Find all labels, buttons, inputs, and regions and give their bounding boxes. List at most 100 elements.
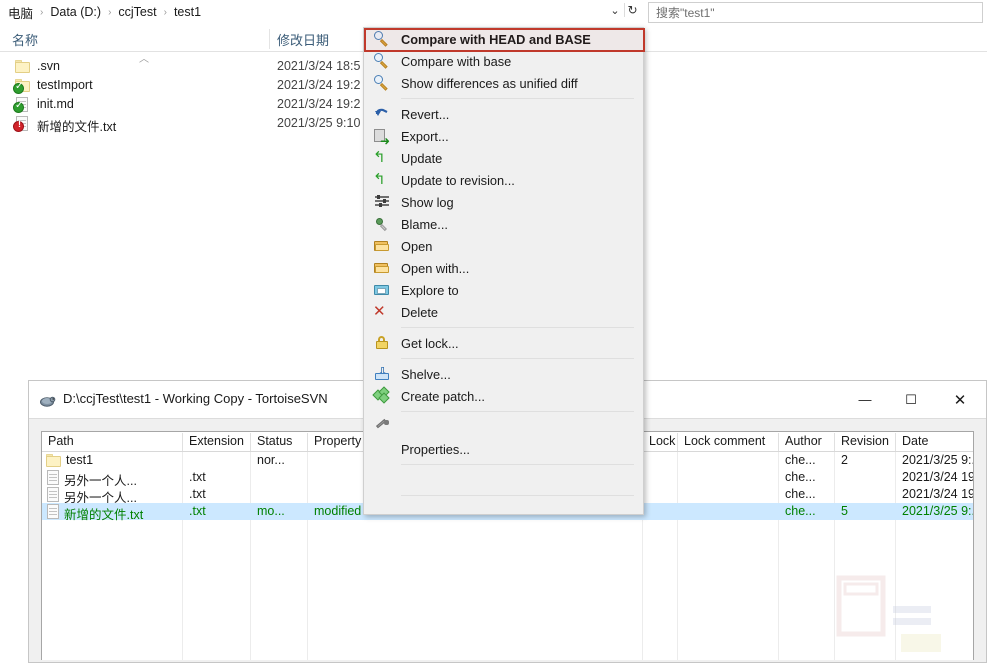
properties-icon	[373, 418, 391, 436]
column-header-path[interactable]: Path	[48, 434, 74, 448]
cell-date: 2021/3/25 9:...	[902, 504, 974, 518]
menu-item-label: Update	[401, 151, 442, 166]
menu-item-label: Revert...	[401, 107, 449, 122]
column-header-revision[interactable]: Revision	[841, 434, 889, 448]
menu-separator	[401, 411, 634, 412]
green-check-overlay-icon	[13, 83, 24, 94]
column-header-author[interactable]: Author	[785, 434, 822, 448]
menu-item-delete[interactable]: ✕ Delete	[364, 301, 643, 323]
menu-item-open-with[interactable]: Open with...	[364, 257, 643, 279]
minimize-button[interactable]: —	[842, 381, 888, 418]
cell-path: test1	[66, 453, 93, 467]
menu-item-label: Open	[401, 239, 432, 254]
shelve-icon: ⇩	[373, 365, 391, 383]
cell-property-status: modified	[314, 504, 361, 518]
folder-icon	[15, 59, 32, 76]
menu-item-compare-with-head-and-base[interactable]: Compare with HEAD and BASE	[364, 28, 643, 50]
log-lines-icon	[373, 193, 391, 211]
menu-item-compare-with-base[interactable]: Compare with base	[364, 50, 643, 72]
menu-item-label: Get lock...	[401, 336, 459, 351]
column-header-status[interactable]: Status	[257, 434, 292, 448]
cell-extension: .txt	[189, 470, 206, 484]
address-bar-controls: ⌄ ↻	[606, 3, 640, 17]
menu-item-update-to-revision[interactable]: ↰ Update to revision...	[364, 169, 643, 191]
delete-x-icon: ✕	[373, 303, 391, 321]
column-header-modified[interactable]: 修改日期	[277, 30, 329, 49]
file-name: testImport	[37, 78, 93, 92]
cell-author: che...	[785, 487, 816, 501]
cell-extension: .txt	[189, 487, 206, 501]
breadcrumb-separator: ›	[159, 7, 172, 18]
breadcrumb-item-2[interactable]: ccjTest	[116, 5, 158, 19]
column-header-date[interactable]: Date	[902, 434, 928, 448]
menu-item-show-differences-as-unified-diff[interactable]: Show differences as unified diff	[364, 72, 643, 94]
breadcrumb-item-1[interactable]: Data (D:)	[48, 5, 103, 19]
menu-item-label: Explore to	[401, 283, 459, 298]
menu-item-label: Export...	[401, 129, 449, 144]
cell-status: mo...	[257, 504, 285, 518]
tortoisesvn-icon	[39, 392, 56, 409]
address-bar: 电脑 › Data (D:) › ccjTest › test1 ⌄ ↻ 搜索"…	[0, 0, 987, 24]
file-name: .svn	[37, 59, 60, 73]
menu-item-get-lock[interactable]: Get lock...	[364, 332, 643, 354]
menu-item-blame[interactable]: Blame...	[364, 213, 643, 235]
decorative-watermark-icon	[835, 572, 945, 652]
menu-item-export[interactable]: ➜ Export...	[364, 125, 643, 147]
maximize-button[interactable]: ☐	[888, 381, 934, 418]
menu-item-label: Blame...	[401, 217, 448, 232]
menu-item-label: Update to revision...	[401, 173, 515, 188]
folder-icon	[15, 78, 32, 95]
screen-root: 电脑 › Data (D:) › ccjTest › test1 ⌄ ↻ 搜索"…	[0, 0, 987, 663]
document-icon	[15, 116, 32, 133]
cell-status: nor...	[257, 453, 285, 467]
file-date: 2021/3/24 19:2	[277, 78, 360, 92]
update-arrow-icon: ↰	[373, 171, 391, 189]
breadcrumb-item-3[interactable]: test1	[172, 5, 203, 19]
menu-item-shelve[interactable]: ⇩ Shelve...	[364, 363, 643, 385]
column-header-lock[interactable]: Lock	[649, 434, 675, 448]
cell-date: 2021/3/25 9:...	[902, 453, 974, 467]
blame-icon	[373, 215, 391, 233]
menu-item-create-patch[interactable]: Create patch...	[364, 385, 643, 407]
menu-item-label: Create patch...	[401, 389, 485, 404]
menu-item-label: Show differences as unified diff	[401, 76, 578, 91]
menu-item-properties[interactable]	[364, 416, 643, 438]
menu-separator	[401, 327, 634, 328]
menu-item-label: Delete	[401, 305, 438, 320]
magnifier-icon	[373, 52, 391, 70]
menu-separator	[401, 495, 634, 496]
column-header-name[interactable]: 名称	[12, 30, 38, 49]
chevron-down-icon[interactable]: ⌄	[606, 4, 624, 17]
breadcrumb[interactable]: 电脑 › Data (D:) › ccjTest › test1	[6, 2, 203, 22]
menu-item-show-log[interactable]: Show log	[364, 191, 643, 213]
revert-arrow-icon	[373, 105, 391, 123]
column-header-extension[interactable]: Extension	[189, 434, 244, 448]
close-button[interactable]: ✕	[934, 381, 986, 418]
file-date: 2021/3/24 19:2	[277, 97, 360, 111]
refresh-icon[interactable]: ↻	[624, 3, 640, 17]
menu-item-label: Shelve...	[401, 367, 451, 382]
menu-item-label: Properties...	[401, 442, 470, 457]
window-controls: — ☐ ✕	[842, 381, 986, 418]
cell-date: 2021/3/24 19...	[902, 470, 974, 484]
lock-icon	[373, 334, 391, 352]
menu-item-update[interactable]: ↰ Update	[364, 147, 643, 169]
context-menu[interactable]: Compare with HEAD and BASE Compare with …	[363, 27, 644, 515]
open-folder-icon	[373, 237, 391, 255]
search-input[interactable]: 搜索"test1"	[648, 2, 983, 23]
menu-item-open[interactable]: Open	[364, 235, 643, 257]
menu-item-shell[interactable]	[364, 500, 643, 522]
file-name: init.md	[37, 97, 74, 111]
column-header-lock-comment[interactable]: Lock comment	[684, 434, 765, 448]
export-icon: ➜	[373, 127, 391, 145]
breadcrumb-item-0[interactable]: 电脑	[6, 3, 35, 22]
open-folder-icon	[373, 259, 391, 277]
column-divider	[269, 29, 270, 49]
menu-item-label: Compare with HEAD and BASE	[401, 32, 591, 47]
menu-item-explore-to[interactable]: Explore to	[364, 279, 643, 301]
menu-item-copy-to-clipboard[interactable]: Properties...	[364, 438, 643, 460]
menu-item-revert[interactable]: Revert...	[364, 103, 643, 125]
breadcrumb-separator: ›	[103, 7, 116, 18]
menu-item-move-to-changelist[interactable]	[364, 469, 643, 491]
green-check-overlay-icon	[13, 102, 24, 113]
